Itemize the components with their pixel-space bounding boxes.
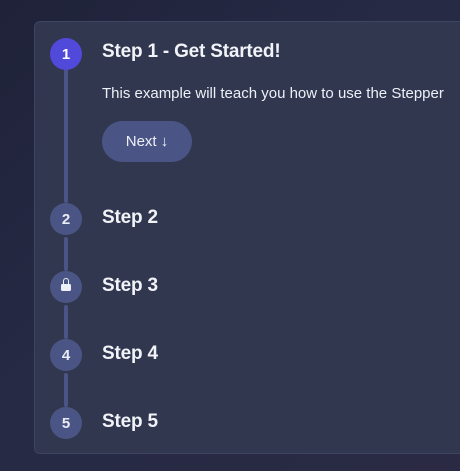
stepper-card: 1 Step 1 - Get Started! This example wil… — [34, 21, 460, 454]
step-4-title[interactable]: Step 4 — [102, 343, 158, 365]
next-button[interactable]: Next ↓ — [102, 121, 192, 162]
step-4-number: 4 — [61, 346, 71, 364]
step-5-indicator[interactable]: 5 — [50, 407, 82, 439]
stepper-rail — [64, 373, 68, 407]
lock-icon — [61, 278, 71, 292]
stepper-rail — [64, 305, 68, 339]
step-2-indicator[interactable]: 2 — [50, 203, 82, 235]
step-1-description: This example will teach you how to use t… — [102, 85, 444, 102]
stepper-rail — [64, 55, 68, 203]
step-1-indicator[interactable]: 1 — [50, 38, 82, 70]
step-1-number: 1 — [61, 45, 71, 63]
step-2-number: 2 — [61, 210, 71, 228]
step-5-title[interactable]: Step 5 — [102, 411, 158, 433]
step-4-indicator[interactable]: 4 — [50, 339, 82, 371]
step-1-title[interactable]: Step 1 - Get Started! — [102, 41, 281, 63]
step-3-indicator[interactable] — [50, 271, 82, 303]
stepper-rail — [64, 237, 68, 271]
step-2-title[interactable]: Step 2 — [102, 207, 158, 229]
step-3-title[interactable]: Step 3 — [102, 275, 158, 297]
step-5-number: 5 — [61, 414, 71, 432]
